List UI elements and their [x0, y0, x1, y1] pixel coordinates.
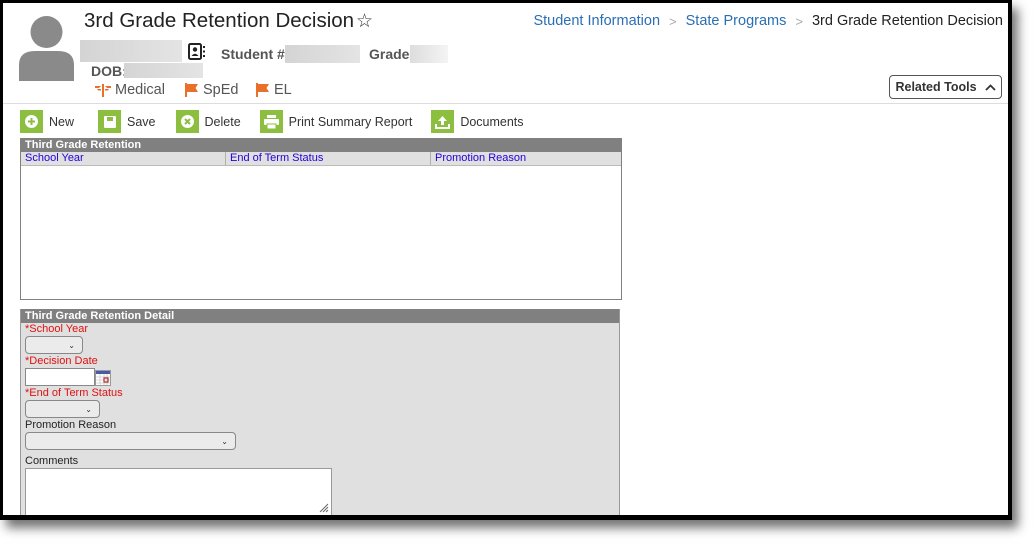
app-window: 3rd Grade Retention Decision ☆ Student #…	[0, 0, 1012, 520]
student-avatar	[19, 13, 74, 81]
save-button[interactable]: Save	[98, 110, 156, 133]
header-divider	[3, 103, 1008, 104]
flag-label: Medical	[115, 82, 165, 98]
resize-grip-icon[interactable]	[318, 502, 329, 513]
breadcrumb: Student Information > State Programs > 3…	[533, 13, 1003, 29]
plus-circle-icon	[20, 110, 43, 133]
x-circle-icon	[175, 110, 199, 133]
printer-icon	[259, 110, 283, 133]
student-name-redacted	[80, 40, 182, 62]
flag-icon	[256, 83, 269, 97]
documents-label: Documents	[460, 114, 524, 129]
comments-textarea[interactable]	[25, 468, 332, 515]
column-end-of-term-status[interactable]: End of Term Status	[226, 152, 431, 165]
favorite-star-icon[interactable]: ☆	[356, 10, 373, 33]
delete-label: Delete	[204, 114, 241, 129]
end-of-term-status-select[interactable]: ⌄	[25, 400, 100, 418]
chevron-down-icon: ⌄	[68, 340, 75, 350]
chevron-up-icon	[984, 83, 996, 91]
flag-icon	[185, 83, 198, 97]
new-label: New	[49, 114, 75, 129]
breadcrumb-state-programs[interactable]: State Programs	[686, 13, 787, 29]
flag-sped[interactable]: SpEd	[185, 82, 238, 98]
column-promotion-reason[interactable]: Promotion Reason	[431, 152, 621, 165]
decision-date-input[interactable]	[25, 368, 95, 386]
column-school-year[interactable]: School Year	[21, 152, 226, 165]
retention-list-panel: Third Grade Retention School Year End of…	[20, 138, 622, 300]
flag-medical[interactable]: Medical	[95, 82, 165, 98]
page-title: 3rd Grade Retention Decision	[84, 9, 355, 32]
documents-button[interactable]: Documents	[431, 110, 524, 133]
upload-icon	[431, 110, 455, 133]
retention-detail-title: Third Grade Retention Detail	[21, 309, 619, 323]
related-tools-button[interactable]: Related Tools	[889, 75, 1002, 99]
breadcrumb-student-information[interactable]: Student Information	[533, 13, 660, 29]
contact-card-icon[interactable]	[188, 43, 205, 60]
student-number-label: Student #:	[221, 46, 290, 62]
retention-detail-panel: Third Grade Retention Detail *School Yea…	[20, 309, 620, 515]
chevron-right-icon: >	[795, 13, 803, 29]
end-of-term-status-label: *End of Term Status	[25, 387, 123, 399]
flag-label: EL	[274, 82, 292, 98]
dob-label: DOB:	[91, 63, 127, 79]
chevron-down-icon: ⌄	[85, 404, 92, 414]
print-summary-report-label: Print Summary Report	[288, 114, 413, 129]
breadcrumb-current: 3rd Grade Retention Decision	[811, 13, 1003, 29]
chevron-right-icon: >	[669, 13, 677, 29]
retention-table-header: School Year End of Term Status Promotion…	[21, 152, 621, 166]
comments-label: Comments	[25, 455, 79, 467]
promotion-reason-label: Promotion Reason	[25, 419, 117, 431]
school-year-select[interactable]: ⌄	[25, 336, 83, 354]
decision-date-label: *Decision Date	[25, 355, 98, 367]
save-label: Save	[127, 114, 156, 129]
print-summary-report-button[interactable]: Print Summary Report	[259, 110, 413, 133]
flag-label: SpEd	[203, 82, 239, 98]
floppy-disk-icon	[98, 110, 122, 133]
related-tools-label: Related Tools	[895, 80, 977, 94]
grade-redacted	[410, 45, 448, 63]
flag-el[interactable]: EL	[256, 82, 292, 98]
medical-icon	[95, 84, 111, 97]
promotion-reason-select[interactable]: ⌄	[25, 432, 236, 450]
dob-redacted	[124, 63, 203, 78]
grade-label: Grade:	[369, 46, 415, 62]
delete-button[interactable]: Delete	[175, 110, 241, 133]
school-year-label: *School Year	[25, 323, 88, 335]
chevron-down-icon: ⌄	[221, 436, 228, 446]
calendar-icon[interactable]	[95, 370, 111, 386]
student-number-redacted	[285, 45, 360, 63]
retention-list-title: Third Grade Retention	[21, 138, 621, 152]
new-button[interactable]: New	[20, 110, 74, 133]
action-toolbar: New Save Delete Print Summary Report Doc…	[20, 110, 538, 133]
